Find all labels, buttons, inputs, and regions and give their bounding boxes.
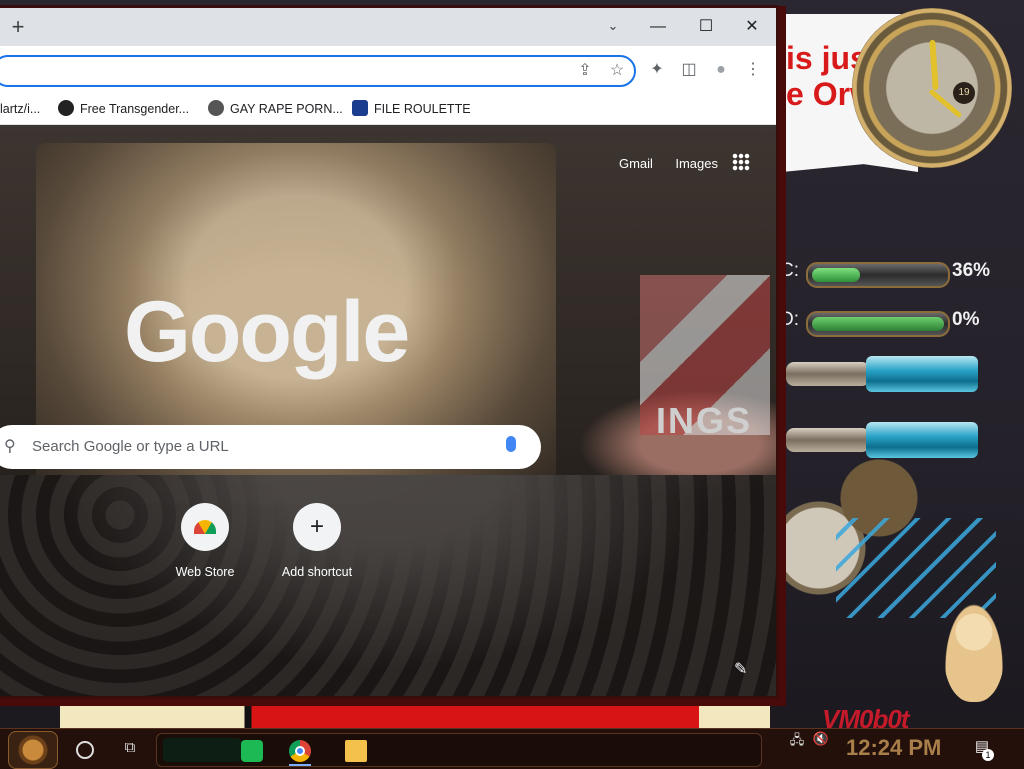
pipe-brass: [786, 428, 870, 452]
volume-muted-icon[interactable]: 🔇: [812, 731, 830, 749]
pipe-glass: [866, 356, 978, 392]
drive-gauge-percent: 0%: [952, 309, 980, 330]
drive-gauge-fill: [812, 268, 860, 282]
ntp-top-links: Gmail Images: [601, 155, 718, 173]
gmail-link[interactable]: Gmail: [619, 156, 653, 171]
google-apps-grid-icon[interactable]: [732, 153, 750, 171]
share-icon[interactable]: ⇪: [574, 61, 596, 81]
images-link[interactable]: Images: [675, 156, 718, 171]
bookmark-label: Free Transgender...: [80, 102, 190, 116]
drive-gauge-fill: [812, 317, 944, 331]
drive-gauge-label: C:: [780, 260, 799, 281]
bookmark-label: FILE ROULETTE: [374, 102, 471, 116]
plus-icon: +: [293, 503, 341, 551]
webstore-icon: [194, 520, 216, 534]
maximize-button[interactable]: ☐: [686, 14, 726, 40]
google-logo: Google: [124, 284, 410, 380]
steampunk-pipe-meter-1: [786, 352, 996, 396]
cortana-search-icon[interactable]: [76, 741, 94, 759]
shortcut-web-store[interactable]: Web Store: [155, 503, 255, 579]
bookmark-label: lartz/i...: [0, 102, 41, 116]
customize-pencil-icon[interactable]: ✎: [734, 659, 747, 679]
network-icon[interactable]: 🖧: [788, 731, 806, 749]
clock-date-dial: 19: [953, 82, 975, 104]
pipe-brass: [786, 362, 870, 386]
close-button[interactable]: ✕: [732, 14, 772, 40]
background-crowd-image: [0, 475, 776, 696]
bookmark-star-icon[interactable]: ☆: [606, 61, 628, 81]
bookmark-item[interactable]: GAY RAPE PORN...: [208, 100, 343, 118]
side-panel-icon[interactable]: ◫: [678, 60, 700, 80]
drive-gauge-tube: [806, 311, 950, 337]
extensions-puzzle-icon[interactable]: ✦: [646, 60, 668, 80]
chrome-app-icon[interactable]: [289, 740, 311, 762]
search-icon: ⚲: [4, 438, 16, 455]
desktop-poster-strip: [60, 698, 770, 732]
bookmark-item[interactable]: lartz/i...: [0, 100, 40, 118]
drive-gauge-c: C: 36%: [780, 256, 1010, 292]
globe-icon: [208, 100, 224, 116]
new-tab-button[interactable]: +: [8, 16, 28, 38]
shortcut-add[interactable]: + Add shortcut: [267, 503, 367, 579]
transgender-site-icon: [58, 100, 74, 116]
chrome-menu-icon[interactable]: ⋮: [742, 60, 764, 80]
chrome-window: + ⌄ — ☐ ✕ ⇪ ☆ ✦ ◫ ● ⋮ lartz/i... Free Tr…: [0, 8, 776, 696]
address-bar[interactable]: ⇪ ☆: [0, 55, 636, 87]
taskbar: ⧉ 🖧 🔇 12:24 PM ▤ 1: [0, 728, 1024, 769]
tab-search-chevron-icon[interactable]: ⌄: [602, 18, 624, 36]
search-placeholder: Search Google or type a URL: [32, 438, 229, 455]
ntp-search-box[interactable]: ⚲ Search Google or type a URL: [0, 425, 541, 469]
notification-count-badge: 1: [982, 749, 994, 761]
bookmark-item[interactable]: Free Transgender...: [58, 100, 189, 118]
drive-gauge-percent: 36%: [952, 260, 991, 281]
new-tab-page: INGS Gmail Images Google ⚲ Search Google…: [0, 125, 776, 696]
drive-gauge-d: D: 0%: [780, 305, 1010, 341]
taskbar-panel-segment: [163, 738, 241, 762]
bookmarks-bar: lartz/i... Free Transgender... GAY RAPE …: [0, 94, 776, 125]
shortcut-tile: [181, 503, 229, 551]
mft-icon: [352, 100, 368, 116]
start-button[interactable]: [8, 731, 58, 769]
shortcut-label: Add shortcut: [281, 565, 353, 579]
steampunk-pipe-meter-2: [786, 418, 996, 462]
profile-avatar-icon[interactable]: ●: [710, 60, 732, 80]
title-bar: + ⌄ — ☐ ✕: [0, 8, 776, 46]
active-app-indicator: [289, 764, 311, 766]
taskbar-apps-panel: [156, 733, 762, 767]
file-explorer-icon[interactable]: [345, 740, 367, 762]
drive-gauge-label: D:: [780, 309, 799, 330]
bookmark-item[interactable]: FILE ROULETTE: [352, 100, 471, 118]
browser-toolbar: ⇪ ☆ ✦ ◫ ● ⋮: [0, 46, 776, 94]
minimize-button[interactable]: —: [638, 14, 678, 40]
bookmark-label: GAY RAPE PORN...: [230, 102, 343, 116]
task-view-icon[interactable]: ⧉: [120, 739, 140, 757]
shortcut-label: Web Store: [175, 565, 235, 579]
taskbar-clock[interactable]: 12:24 PM: [846, 735, 941, 761]
notes-app-icon[interactable]: [241, 740, 263, 762]
pipe-glass: [866, 422, 978, 458]
drive-gauge-tube: [806, 262, 950, 288]
voice-search-mic-icon[interactable]: [506, 436, 516, 452]
background-sign-text: INGS: [656, 400, 753, 441]
hamster-image: [944, 602, 1004, 702]
